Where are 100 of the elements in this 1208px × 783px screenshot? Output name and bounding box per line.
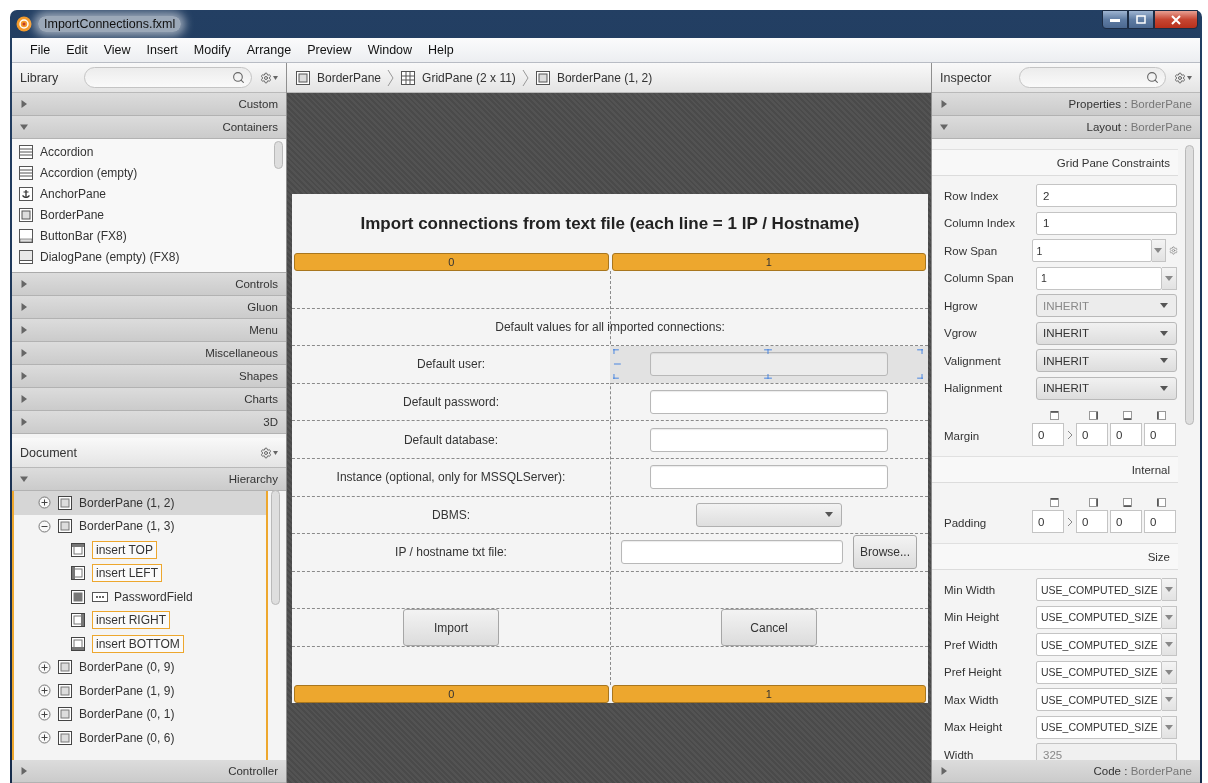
inset-field[interactable]: 0 (1032, 423, 1064, 446)
menu-item[interactable]: Arrange (238, 43, 300, 57)
field-label: IP / hostname txt file: (395, 545, 507, 560)
property-field[interactable]: 1 (1036, 266, 1162, 290)
tree-item[interactable]: BorderPane (1, 9) (14, 679, 266, 703)
tree-item[interactable]: BorderPane (1, 3) (14, 514, 266, 538)
property-label: Column Span (944, 272, 1015, 285)
column-header[interactable]: 1 (611, 684, 926, 703)
tree-label[interactable]: BorderPane (0, 9) (79, 660, 175, 675)
tree-item[interactable]: BorderPane (0, 1) (14, 702, 266, 726)
section-header[interactable]: Gluon (12, 296, 286, 319)
inset-field[interactable]: 0 (1032, 510, 1064, 533)
inset-field[interactable]: 0 (1076, 423, 1108, 446)
section-title: Charts (244, 393, 278, 405)
dialog-title: Import connections from text file (each line = 1 IP / Hostname) (359, 212, 861, 235)
breadcrumb-item[interactable]: BorderPane (1, 2) (534, 69, 653, 86)
property-field[interactable]: USE_COMPUTED_SIZE (1036, 715, 1162, 739)
library-item[interactable]: BorderPane (12, 204, 286, 225)
menu-item[interactable]: File (22, 43, 59, 57)
property-dropdown[interactable]: INHERIT (1036, 376, 1177, 400)
menu-item[interactable]: Edit (58, 43, 96, 57)
section-header[interactable]: 3D (12, 411, 286, 434)
library-item[interactable]: AnchorPane (12, 183, 286, 204)
tree-label[interactable]: BorderPane (1, 2) (79, 495, 175, 510)
section-title: Gluon (247, 301, 278, 313)
field-label: Default password: (402, 395, 499, 410)
inset-field[interactable]: 0 (1144, 510, 1176, 533)
tree-item[interactable]: BorderPane (0, 6) (14, 726, 266, 750)
library-item[interactable]: DialogPane (empty) (FX8) (12, 246, 286, 267)
section-header[interactable]: Charts (12, 388, 286, 411)
property-field[interactable]: 1 (1036, 211, 1177, 235)
inset-field[interactable]: 0 (1110, 423, 1142, 446)
section-header[interactable]: Containers (12, 116, 286, 139)
inset-field[interactable]: 0 (1076, 510, 1108, 533)
column-header[interactable]: 0 (294, 253, 609, 271)
tree-label[interactable]: BorderPane (1, 3) (79, 519, 175, 534)
panel-title: Document (20, 445, 77, 460)
field-label: Default user: (416, 357, 485, 372)
panel-title: Library (20, 70, 59, 85)
tree-label[interactable]: PasswordField (114, 589, 193, 604)
section-title: Menu (249, 324, 278, 336)
section-header[interactable]: Controller (12, 760, 286, 783)
tree-label[interactable]: BorderPane (0, 1) (79, 707, 175, 722)
property-dropdown[interactable]: INHERIT (1036, 321, 1177, 345)
property-field[interactable]: USE_COMPUTED_SIZE (1036, 633, 1162, 657)
section-header[interactable]: Hierarchy (12, 468, 286, 491)
group-title: Grid Pane Constraints (1056, 156, 1170, 169)
property-label: Min Height (944, 611, 1000, 624)
dialog-button[interactable]: Cancel (721, 609, 817, 647)
insert-slot[interactable]: insert LEFT (92, 564, 162, 583)
property-field[interactable]: USE_COMPUTED_SIZE (1036, 578, 1162, 602)
insert-slot[interactable]: insert BOTTOM (92, 634, 184, 653)
property-label: Width (944, 748, 975, 760)
tree-label[interactable]: BorderPane (0, 6) (79, 730, 175, 745)
menu-item[interactable]: Insert (138, 43, 186, 57)
section-header[interactable]: Layout : BorderPane (932, 116, 1200, 139)
browse-button[interactable]: Browse... (853, 535, 917, 570)
tree-label[interactable]: BorderPane (1, 9) (79, 683, 175, 698)
section-header[interactable]: Controls (12, 273, 286, 296)
property-field[interactable]: USE_COMPUTED_SIZE (1036, 605, 1162, 629)
section-header[interactable]: Shapes (12, 365, 286, 388)
menu-item[interactable]: Help (420, 43, 462, 57)
section-header[interactable]: Miscellaneous (12, 342, 286, 365)
inset-field[interactable]: 0 (1144, 423, 1176, 446)
column-header[interactable]: 0 (294, 684, 609, 703)
property-label: Row Span (944, 244, 999, 257)
insert-slot[interactable]: insert RIGHT (92, 611, 170, 630)
property-field[interactable]: 1 (1031, 239, 1152, 263)
section-header[interactable]: Properties : BorderPane (932, 93, 1200, 116)
breadcrumb-item[interactable]: GridPane (2 x 11) (400, 69, 516, 86)
menu-item[interactable]: Window (359, 43, 421, 57)
window-title: ImportConnections.fxml (38, 16, 182, 32)
library-item[interactable]: ButtonBar (FX8) (12, 225, 286, 246)
section-title: Custom (238, 98, 278, 110)
menu-item[interactable]: View (95, 43, 139, 57)
inset-field[interactable]: 0 (1110, 510, 1142, 533)
section-header[interactable]: Custom (12, 93, 286, 116)
property-label: Min Width (944, 583, 997, 596)
section-header[interactable]: Menu (12, 319, 286, 342)
tree-item[interactable]: BorderPane (1, 2) (14, 491, 266, 515)
group-title: Internal (1131, 463, 1170, 476)
menu-item[interactable]: Modify (185, 43, 239, 57)
library-item[interactable]: Accordion (12, 141, 286, 162)
property-field[interactable]: USE_COMPUTED_SIZE (1036, 660, 1162, 684)
property-field[interactable]: USE_COMPUTED_SIZE (1036, 688, 1162, 712)
property-label: Max Width (944, 693, 1000, 706)
breadcrumb-item[interactable]: BorderPane (295, 69, 382, 86)
property-field[interactable]: 2 (1036, 184, 1177, 208)
dialog-button[interactable]: Import (403, 609, 499, 647)
property-label: Row Index (944, 189, 1000, 202)
section-title: Miscellaneous (205, 347, 278, 359)
library-item[interactable]: Accordion (empty) (12, 162, 286, 183)
column-header[interactable]: 1 (611, 253, 926, 271)
tree-item[interactable]: BorderPane (0, 9) (14, 655, 266, 679)
property-dropdown[interactable]: INHERIT (1036, 349, 1177, 373)
insert-slot[interactable]: insert TOP (92, 540, 157, 559)
property-label: Valignment (944, 354, 1002, 367)
property-label: Halignment (944, 382, 1004, 395)
section-header[interactable]: Code : BorderPane (932, 760, 1200, 783)
menu-item[interactable]: Preview (299, 43, 360, 57)
